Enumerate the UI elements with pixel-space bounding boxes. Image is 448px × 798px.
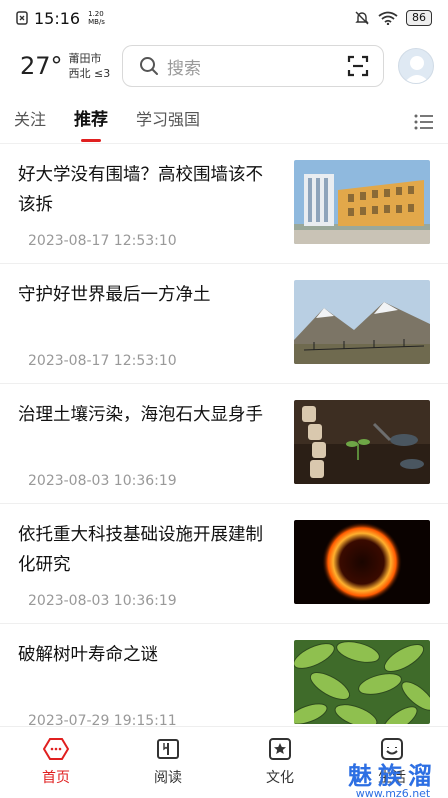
battery-indicator: 86: [406, 10, 432, 26]
watermark-title: 魅族溜: [348, 762, 438, 790]
list-item[interactable]: 守护好世界最后一方净土 2023-08-17 12:53:10: [0, 264, 448, 384]
avatar[interactable]: [398, 48, 434, 84]
screenshot-notification-icon: [16, 11, 28, 25]
list-item[interactable]: 破解树叶寿命之谜 2023-07-29 19:15:11: [0, 624, 448, 726]
news-time: 2023-08-03 10:36:19: [28, 593, 177, 609]
weather-widget[interactable]: 27° 莆田市 西北 ≤3: [20, 51, 120, 81]
channel-tabs: 关注 推荐 学习强国: [0, 100, 448, 144]
nav-read[interactable]: 阅读: [112, 727, 224, 798]
nav-home[interactable]: 首页: [0, 727, 112, 798]
temperature: 27°: [20, 52, 63, 80]
news-thumbnail: [294, 160, 430, 244]
news-thumbnail: [294, 640, 430, 724]
book-icon: [157, 739, 179, 759]
list-item[interactable]: 依托重大科技基础设施开展建制化研究 2023-08-03 10:36:19: [0, 504, 448, 624]
news-title: 治理土壤污染，海泡石大显身手: [18, 405, 263, 425]
news-list: 好大学没有围墙？高校围墙该不该拆 2023-08-17 12:53:10 守护好…: [0, 144, 448, 726]
status-bar: 15:16 1.20 MB/s 86: [0, 0, 448, 36]
status-time: 15:16: [34, 8, 81, 28]
scan-icon[interactable]: [347, 55, 369, 77]
mute-icon: [355, 11, 369, 25]
list-item[interactable]: 治理土壤污染，海泡石大显身手 2023-08-03 10:36:19: [0, 384, 448, 504]
list-item[interactable]: 好大学没有围墙？高校围墙该不该拆 2023-08-17 12:53:10: [0, 144, 448, 264]
wind-info: 西北 ≤3: [68, 67, 111, 80]
sun-flare-image: [294, 520, 430, 604]
news-time: 2023-08-17 12:53:10: [28, 233, 177, 249]
tab-xuexiqiangguo[interactable]: 学习强国: [136, 100, 200, 144]
news-time: 2023-08-03 10:36:19: [28, 473, 177, 489]
news-title: 破解树叶寿命之谜: [18, 645, 158, 665]
watermark-url: www.mz6.net: [355, 787, 431, 798]
news-title: 好大学没有围墙？高校围墙该不该拆: [18, 165, 263, 215]
news-time: 2023-07-29 19:15:11: [28, 713, 177, 726]
news-thumbnail: [294, 400, 430, 484]
tab-follow[interactable]: 关注: [14, 100, 46, 144]
nav-culture[interactable]: 文化: [224, 727, 336, 798]
network-speed: 1.20 MB/s: [88, 10, 105, 26]
city-name: 莆田市: [68, 52, 102, 65]
search-placeholder: 搜索: [167, 58, 201, 79]
university-building-image: [294, 160, 430, 244]
green-leaves-image: [294, 640, 430, 724]
search-icon: [140, 57, 158, 75]
star-icon: [269, 738, 291, 760]
news-title: 守护好世界最后一方净土: [18, 285, 211, 305]
tab-recommend[interactable]: 推荐: [74, 100, 108, 144]
watermark: 魅族溜 www.mz6.net: [348, 756, 438, 798]
channel-menu-icon[interactable]: [414, 113, 434, 131]
news-title: 依托重大科技基础设施开展建制化研究: [18, 525, 263, 575]
news-time: 2023-08-17 12:53:10: [28, 353, 177, 369]
news-thumbnail: [294, 280, 430, 364]
home-icon: [43, 738, 69, 760]
nav-culture-label: 文化: [266, 770, 294, 786]
mountain-landscape-image: [294, 280, 430, 364]
soil-seedling-image: [294, 400, 430, 484]
news-thumbnail: [294, 520, 430, 604]
nav-read-label: 阅读: [154, 770, 182, 786]
user-avatar-icon: [404, 56, 430, 83]
search-input[interactable]: 搜索: [122, 45, 384, 87]
nav-home-label: 首页: [42, 770, 70, 786]
header: 27° 莆田市 西北 ≤3 搜索: [0, 36, 448, 96]
wifi-icon: [378, 11, 398, 25]
